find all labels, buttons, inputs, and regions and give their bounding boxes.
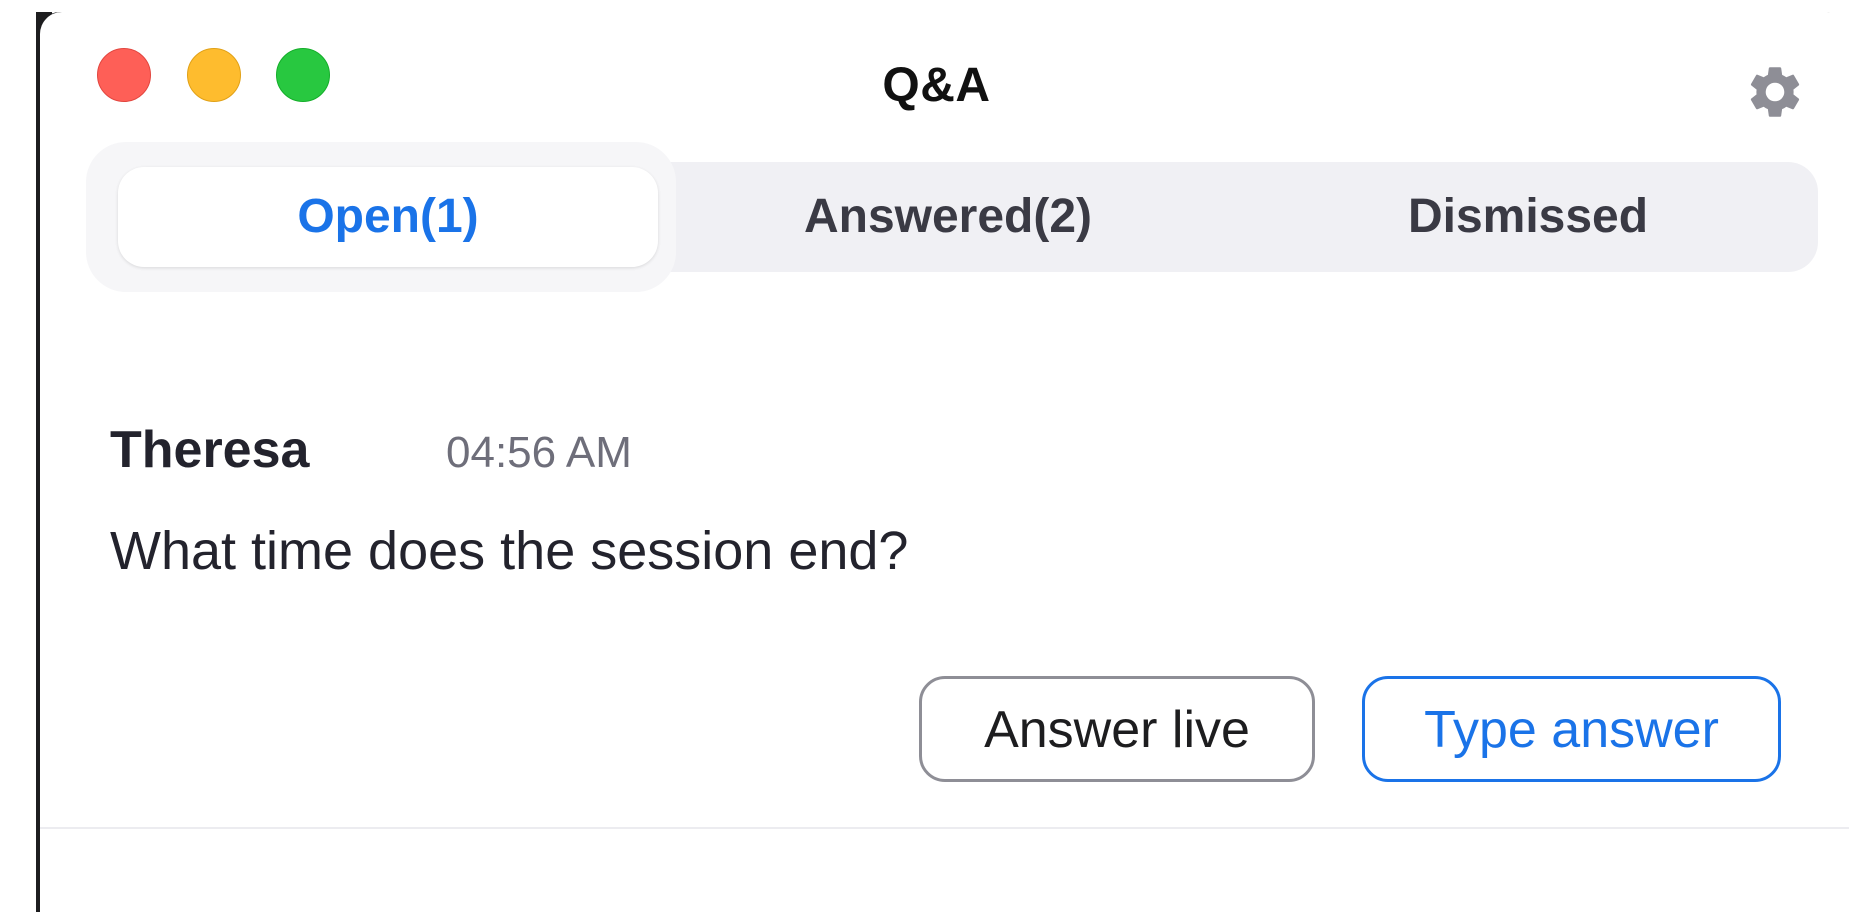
question-timestamp: 04:56 AM	[446, 428, 632, 477]
divider	[40, 827, 1849, 829]
window-title: Q&A	[882, 59, 991, 112]
screen: Q&A Open(1) Answered(2) Dismissed Theres…	[0, 0, 1849, 912]
question-text: What time does the session end?	[110, 521, 909, 581]
question-author: Theresa	[110, 421, 310, 479]
qa-window: Q&A Open(1) Answered(2) Dismissed Theres…	[40, 12, 1849, 912]
type-answer-button[interactable]: Type answer	[1362, 676, 1781, 782]
tab-answered[interactable]: Answered(2)	[658, 162, 1238, 272]
tab-dismissed[interactable]: Dismissed	[1238, 162, 1818, 272]
answer-live-button[interactable]: Answer live	[919, 676, 1315, 782]
tab-open[interactable]: Open(1)	[118, 162, 658, 272]
gear-icon[interactable]	[1744, 61, 1806, 123]
